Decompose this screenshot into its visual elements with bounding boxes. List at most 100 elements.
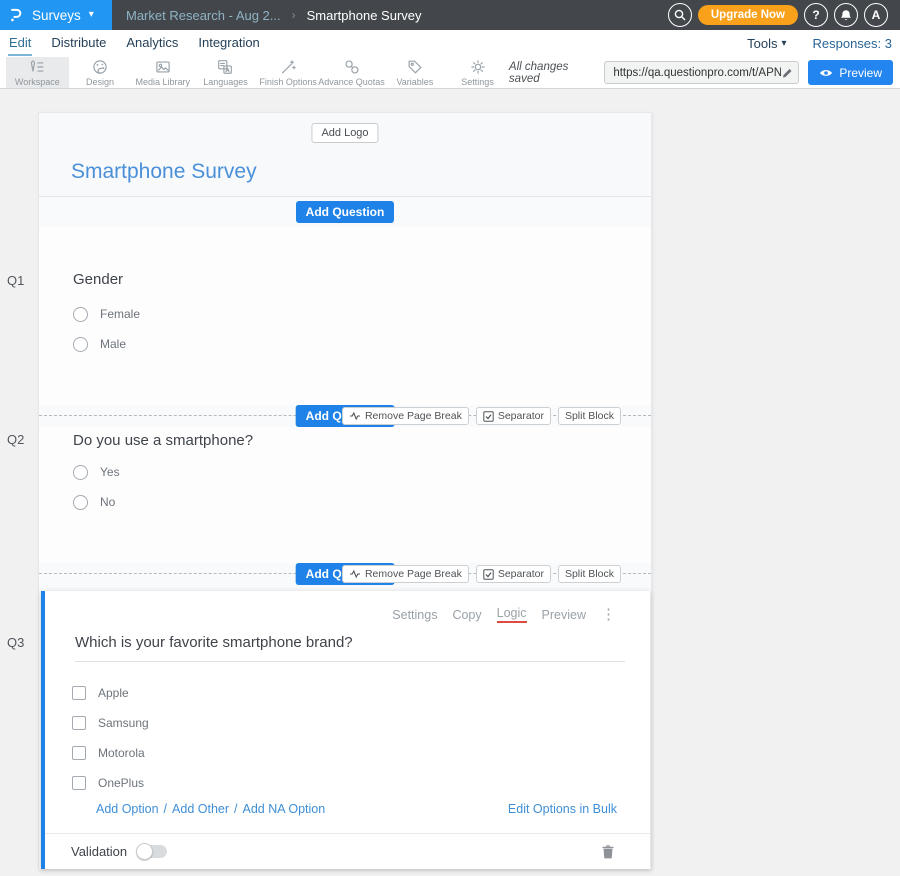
add-na-option-link[interactable]: Add NA Option: [243, 802, 326, 816]
validation-toggle[interactable]: [137, 845, 167, 858]
add-question-button[interactable]: Add Question: [296, 201, 395, 223]
delete-question-button[interactable]: [602, 845, 614, 859]
toolbar-item-workspace[interactable]: Workspace: [6, 57, 69, 88]
checked-checkbox-icon: [483, 411, 494, 422]
account-avatar[interactable]: A: [864, 3, 888, 27]
notifications-button[interactable]: [834, 3, 858, 27]
toggle-knob: [136, 843, 153, 860]
validation-label: Validation: [71, 844, 127, 859]
edit-options-in-bulk-link[interactable]: Edit Options in Bulk: [508, 802, 617, 816]
add-other-link[interactable]: Add Other: [172, 802, 229, 816]
question-index-label: Q1: [7, 273, 24, 288]
answer-option-row: Yes: [73, 464, 651, 480]
tab-distribute[interactable]: Distribute: [50, 31, 107, 56]
split-block-label: Split Block: [565, 568, 614, 580]
checkbox[interactable]: [72, 716, 86, 730]
remove-page-break-button[interactable]: Remove Page Break: [342, 407, 469, 425]
option-label: OnePlus: [98, 776, 144, 790]
question-text[interactable]: Do you use a smartphone?: [39, 427, 651, 449]
checkbox[interactable]: [72, 686, 86, 700]
search-icon: [674, 9, 686, 21]
editor-toolbar: Workspace Design Media Library Languages: [0, 57, 900, 89]
question-card-q3-selected[interactable]: Settings Copy Logic Preview ⋮ Which is y…: [41, 591, 650, 869]
tab-integration[interactable]: Integration: [197, 31, 260, 56]
radio-button[interactable]: [73, 307, 88, 322]
edit-url-pencil-icon[interactable]: [781, 67, 793, 79]
split-block-button[interactable]: Split Block: [558, 407, 621, 425]
toolbar-item-label: Workspace: [15, 77, 60, 87]
trash-icon: [602, 845, 614, 859]
checkbox[interactable]: [72, 746, 86, 760]
preview-label: Preview: [839, 66, 882, 80]
toolbar-item-label: Advance Quotas: [318, 77, 385, 87]
caret-down-icon: ▾: [89, 10, 94, 20]
tools-menu[interactable]: Tools ▾: [747, 36, 786, 51]
toolbar-item-media-library[interactable]: Media Library: [131, 57, 194, 88]
split-block-button[interactable]: Split Block: [558, 565, 621, 583]
responses-count-link[interactable]: Responses: 3: [813, 36, 893, 51]
option-links: Add Option / Add Other / Add NA Option: [96, 802, 325, 816]
help-icon: ?: [812, 8, 819, 22]
radio-button[interactable]: [73, 495, 88, 510]
radio-button[interactable]: [73, 337, 88, 352]
survey-title[interactable]: Smartphone Survey: [71, 160, 257, 184]
page-break-icon: [349, 569, 361, 579]
toolbar-item-design[interactable]: Design: [69, 57, 132, 88]
checkbox[interactable]: [72, 776, 86, 790]
option-label: Female: [100, 307, 140, 321]
help-button[interactable]: ?: [804, 3, 828, 27]
chain-links-icon: [343, 58, 361, 76]
survey-url-input[interactable]: [613, 67, 781, 79]
tab-analytics[interactable]: Analytics: [125, 31, 179, 56]
remove-page-break-button[interactable]: Remove Page Break: [342, 565, 469, 583]
option-label: No: [100, 495, 115, 509]
nav-right: Tools ▾ Responses: 3: [747, 36, 892, 51]
questionpro-logo-icon: [9, 5, 24, 25]
toolbar-item-languages[interactable]: Languages: [194, 57, 257, 88]
bell-icon: [840, 9, 852, 22]
separator-button[interactable]: Separator: [476, 565, 551, 583]
add-logo-button[interactable]: Add Logo: [311, 123, 378, 143]
option-label: Male: [100, 337, 126, 351]
question-copy-link[interactable]: Copy: [452, 608, 481, 622]
kebab-menu-icon[interactable]: ⋮: [601, 607, 616, 622]
workspace-icon: [28, 58, 46, 76]
breadcrumb-folder[interactable]: Market Research - Aug 2...: [126, 8, 281, 23]
remove-page-break-label: Remove Page Break: [365, 568, 462, 580]
radio-button[interactable]: [73, 465, 88, 480]
caret-down-icon: ▾: [781, 39, 786, 49]
gear-icon: [469, 58, 487, 76]
toolbar-item-variables[interactable]: Variables: [384, 57, 447, 88]
surveys-menu-button[interactable]: Surveys ▾: [0, 0, 112, 30]
section-navbar: Edit Distribute Analytics Integration To…: [0, 30, 900, 57]
palette-icon: [91, 58, 109, 76]
link-separator: /: [234, 802, 237, 816]
question-text-input[interactable]: Which is your favorite smartphone brand?: [75, 634, 625, 662]
toolbar-item-settings[interactable]: Settings: [446, 57, 509, 88]
breadcrumb-separator-icon: ›: [292, 8, 296, 22]
question-block-q1[interactable]: Gender Female Male: [39, 227, 651, 405]
magic-wand-icon: [279, 58, 297, 76]
survey-header-block: Add Logo Smartphone Survey: [39, 113, 651, 197]
add-option-link[interactable]: Add Option: [96, 802, 159, 816]
search-button[interactable]: [668, 3, 692, 27]
question-text[interactable]: Gender: [39, 227, 651, 288]
question-preview-link[interactable]: Preview: [542, 608, 586, 622]
tab-edit[interactable]: Edit: [8, 31, 32, 56]
page-break-actions: Remove Page Break Separator Split Block: [342, 565, 621, 583]
question-logic-link[interactable]: Logic: [497, 606, 527, 623]
question-block-q2[interactable]: Do you use a smartphone? Yes No: [39, 427, 651, 563]
answer-option-row: OnePlus: [72, 775, 149, 790]
nav-tabs: Edit Distribute Analytics Integration: [8, 31, 261, 56]
question-footer: Validation: [45, 833, 650, 869]
breadcrumb: Market Research - Aug 2... › Smartphone …: [112, 0, 422, 30]
upgrade-now-button[interactable]: Upgrade Now: [698, 5, 798, 25]
page-break-band: Add Question Remove Page Break Separator: [39, 563, 651, 585]
preview-button[interactable]: Preview: [808, 60, 893, 85]
separator-button[interactable]: Separator: [476, 407, 551, 425]
toolbar-item-finish-options[interactable]: Finish Options: [257, 57, 320, 88]
question-settings-link[interactable]: Settings: [392, 608, 437, 622]
toolbar-item-advance-quotas[interactable]: Advance Quotas: [320, 57, 384, 88]
surveys-menu-label: Surveys: [32, 8, 81, 23]
separator-label: Separator: [498, 568, 544, 580]
